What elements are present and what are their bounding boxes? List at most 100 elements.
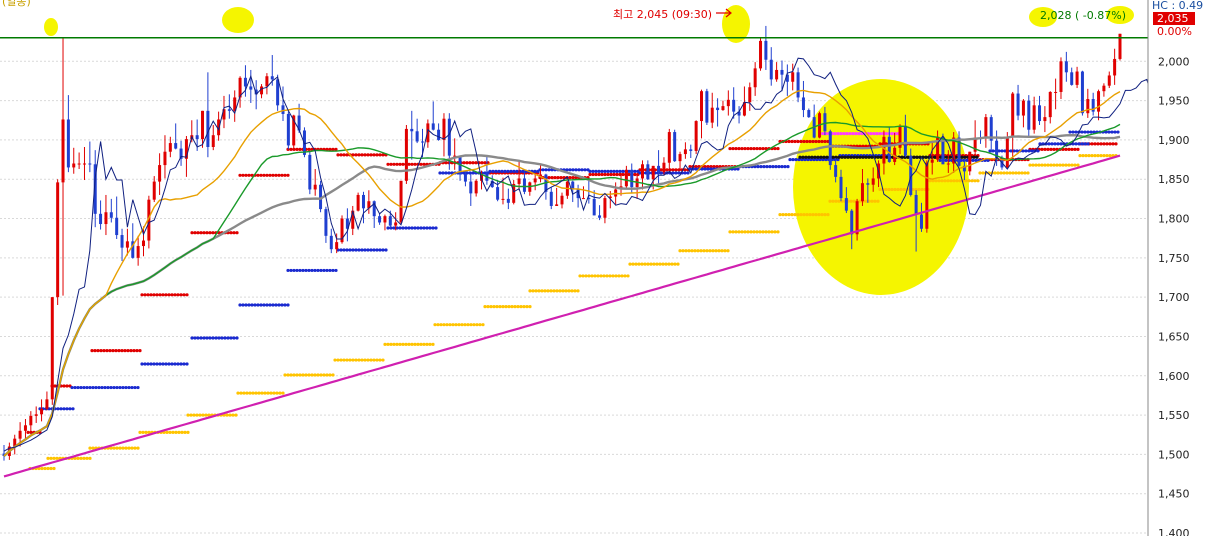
candle-body bbox=[56, 182, 60, 298]
yellow-dot bbox=[301, 373, 305, 377]
yellow-dot bbox=[528, 304, 532, 309]
blue-dot bbox=[1053, 142, 1057, 146]
red-dot bbox=[1052, 147, 1056, 151]
blue-dot bbox=[339, 248, 343, 252]
yellow-dot bbox=[383, 342, 387, 346]
blue-dot bbox=[1030, 149, 1034, 153]
magenta-dot bbox=[833, 132, 837, 136]
yellow-dot bbox=[555, 289, 559, 293]
blue-dot bbox=[759, 165, 763, 169]
blue-dot bbox=[205, 336, 209, 340]
yellow-dot bbox=[475, 323, 479, 327]
candle-body bbox=[415, 131, 419, 142]
magenta-dot bbox=[884, 132, 888, 136]
yellow-dot bbox=[599, 274, 603, 278]
red-dot bbox=[111, 349, 115, 353]
candle-body bbox=[168, 143, 172, 152]
yellow-dot bbox=[242, 391, 246, 395]
yellow-dot bbox=[389, 342, 393, 346]
candle-body bbox=[335, 242, 339, 250]
blue-dot bbox=[378, 248, 382, 252]
yellow-dot bbox=[734, 230, 738, 234]
yellow-dot bbox=[567, 289, 571, 293]
blue-dot bbox=[425, 226, 429, 230]
red-dot bbox=[1108, 142, 1112, 146]
yellow-dot bbox=[472, 323, 476, 327]
blue-dot bbox=[438, 171, 442, 175]
blue-dot bbox=[94, 385, 98, 390]
red-dot bbox=[480, 161, 484, 165]
yellow-dot bbox=[620, 274, 624, 278]
yellow-dot bbox=[339, 358, 343, 362]
blue-dot bbox=[756, 165, 760, 169]
yellow-dot bbox=[82, 456, 86, 460]
red-dot bbox=[823, 139, 827, 144]
red-dot bbox=[274, 173, 278, 177]
yellow-dot bbox=[372, 358, 376, 362]
yellow-dot bbox=[345, 358, 349, 362]
red-dot bbox=[211, 231, 215, 235]
yellow-dot bbox=[796, 213, 800, 217]
candle-body bbox=[925, 162, 929, 229]
red-dot bbox=[1076, 147, 1080, 151]
blue-dot bbox=[136, 385, 140, 390]
red-dot bbox=[354, 153, 358, 157]
magenta-dot bbox=[890, 132, 894, 136]
yellow-dot bbox=[375, 358, 379, 362]
yellow-dot bbox=[186, 413, 190, 417]
y-tick-label: 1,850 bbox=[1158, 173, 1190, 186]
yellow-dot bbox=[546, 289, 550, 293]
blue-dot bbox=[674, 171, 678, 175]
red-dot bbox=[336, 153, 340, 157]
candle-body bbox=[249, 86, 253, 90]
blue-dot bbox=[1116, 130, 1120, 134]
y-tick-label: 1,400 bbox=[1158, 527, 1190, 536]
candle-body bbox=[506, 198, 510, 203]
yellow-dot bbox=[481, 323, 485, 327]
yellow-dot bbox=[127, 446, 131, 450]
red-dot bbox=[734, 146, 738, 151]
candle-body bbox=[667, 132, 671, 163]
blue-dot bbox=[109, 385, 113, 390]
yellow-dot bbox=[49, 466, 53, 471]
blue-dot bbox=[262, 303, 266, 307]
blue-dot bbox=[65, 407, 69, 411]
yellow-dot bbox=[1084, 154, 1088, 158]
yellow-dot bbox=[614, 274, 618, 278]
red-dot bbox=[1114, 142, 1118, 146]
black-dot bbox=[975, 155, 979, 159]
blue-dot bbox=[190, 336, 194, 340]
yellow-dot bbox=[319, 373, 323, 377]
red-dot bbox=[805, 139, 809, 144]
blue-dot bbox=[85, 385, 89, 390]
blue-dot bbox=[277, 303, 281, 307]
red-dot bbox=[123, 349, 127, 353]
blue-dot bbox=[428, 226, 432, 230]
blue-dot bbox=[363, 248, 367, 252]
yellow-dot bbox=[454, 323, 458, 327]
blue-dot bbox=[173, 362, 177, 366]
yellow-dot bbox=[501, 304, 505, 309]
yellow-dot bbox=[43, 466, 47, 471]
red-dot bbox=[568, 176, 572, 180]
blue-dot bbox=[241, 303, 245, 307]
blue-dot bbox=[357, 248, 361, 252]
red-dot bbox=[556, 176, 560, 180]
yellow-dot bbox=[1064, 163, 1068, 167]
red-dot bbox=[199, 231, 203, 235]
candle-body bbox=[914, 194, 918, 215]
yellow-dot bbox=[852, 199, 856, 203]
candle-body bbox=[501, 198, 505, 200]
red-dot bbox=[665, 168, 669, 172]
yellow-dot bbox=[749, 230, 753, 234]
red-dot bbox=[419, 162, 423, 166]
yellow-dot bbox=[91, 446, 95, 450]
red-dot bbox=[793, 139, 797, 144]
yellow-dot bbox=[433, 323, 437, 327]
blue-dot bbox=[68, 407, 72, 411]
blue-dot bbox=[115, 385, 119, 390]
blue-dot bbox=[259, 303, 263, 307]
red-dot bbox=[808, 139, 812, 144]
candle-body bbox=[549, 191, 553, 206]
yellow-dot bbox=[171, 430, 175, 434]
